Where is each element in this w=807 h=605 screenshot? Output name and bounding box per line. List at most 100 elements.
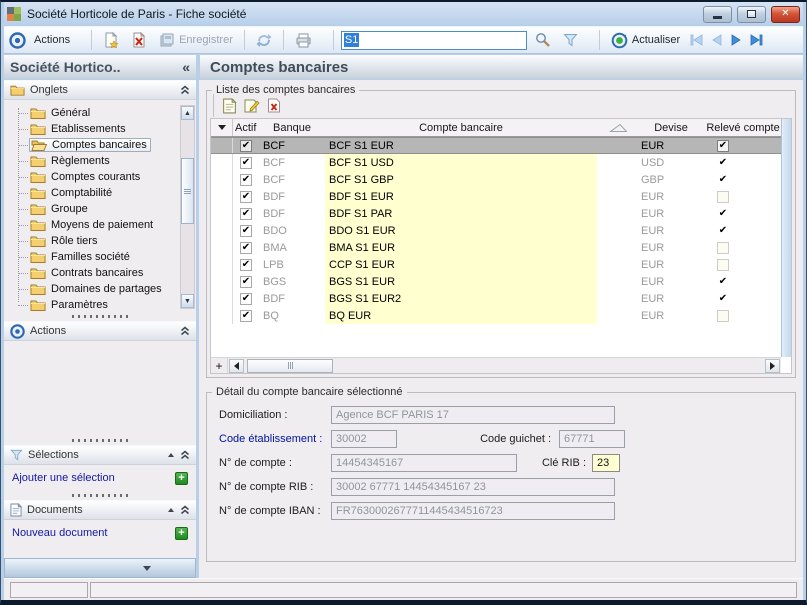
panel-collapse-icon[interactable] — [168, 453, 174, 457]
grid-selector-button[interactable] — [211, 119, 233, 136]
grid-edit-icon[interactable] — [244, 98, 260, 114]
column-header-releve[interactable]: Relevé compte — [701, 119, 785, 136]
sidebar-bottom-collapse-bar[interactable] — [4, 558, 196, 578]
actif-checkbox[interactable]: ✔ — [240, 157, 252, 169]
table-row[interactable]: ✔ BDF BDF S1 EUR EUR ✔ — [211, 188, 781, 205]
maximize-button[interactable] — [737, 6, 766, 23]
actif-checkbox[interactable]: ✔ — [240, 174, 252, 186]
code-etablissement-field[interactable]: 30002 — [331, 430, 397, 448]
releve-checkbox[interactable]: ✔ — [717, 191, 729, 203]
numero-iban-field[interactable]: FR7630002677711445434516723 — [331, 502, 615, 520]
releve-checkbox[interactable]: ✔ — [717, 242, 729, 254]
nav-first-icon[interactable] — [690, 34, 704, 46]
actif-checkbox[interactable]: ✔ — [240, 208, 252, 220]
sidebar-item-familles-soci-t-[interactable]: Familles société — [4, 249, 196, 265]
filter-button[interactable] — [559, 31, 592, 49]
save-button[interactable]: Enregistrer — [155, 30, 237, 50]
releve-checkbox[interactable]: ✔ — [717, 259, 729, 271]
table-row[interactable]: ✔ BCF BCF S1 EUR EUR ✔ — [211, 137, 781, 154]
print-button[interactable] — [291, 31, 326, 50]
nav-last-icon[interactable] — [749, 34, 763, 46]
scroll-up-button[interactable]: ▲ — [181, 106, 194, 120]
search-input[interactable]: S1 — [341, 31, 527, 50]
actif-checkbox[interactable]: ✔ — [240, 242, 252, 254]
grid-new-icon[interactable] — [222, 98, 237, 114]
close-button[interactable]: ✕ — [771, 6, 800, 23]
scroll-left-button[interactable] — [229, 359, 244, 373]
releve-checkbox[interactable]: ✔ — [717, 140, 729, 152]
new-record-button[interactable] — [99, 30, 123, 50]
sidebar-item-groupe[interactable]: Groupe — [4, 201, 196, 217]
add-row-button[interactable]: + — [211, 358, 228, 373]
releve-checkbox[interactable]: ✔ — [717, 293, 729, 305]
column-header-compte[interactable]: Compte bancaire — [325, 119, 597, 136]
minimize-button[interactable] — [703, 6, 732, 23]
panel-header-onglets[interactable]: Onglets — [4, 80, 196, 100]
collapse-chevrons-icon[interactable] — [180, 505, 190, 515]
domiciliation-field[interactable]: Agence BCF PARIS 17 — [331, 406, 615, 424]
actualiser-button[interactable]: Actualiser — [607, 30, 684, 51]
grid-delete-icon[interactable] — [267, 98, 281, 113]
sidebar-item-comptes-courants[interactable]: Comptes courants — [4, 169, 196, 185]
splitter-handle[interactable] — [4, 436, 196, 445]
new-document-link[interactable]: Nouveau document — [12, 527, 107, 539]
sidebar-item-param-tres[interactable]: Paramètres — [4, 297, 196, 312]
table-row[interactable]: ✔ BMA BMA S1 EUR EUR ✔ — [211, 239, 781, 256]
nav-previous-icon[interactable] — [711, 34, 723, 46]
sidebar-item-domaines-de-partages[interactable]: Domaines de partages — [4, 281, 196, 297]
splitter-handle[interactable] — [4, 491, 196, 500]
grid-vertical-scrollbar[interactable] — [781, 119, 791, 357]
releve-checkbox[interactable]: ✔ — [717, 225, 729, 237]
actif-checkbox[interactable]: ✔ — [240, 310, 252, 322]
sidebar-item-g-n-ral[interactable]: Général — [4, 105, 196, 121]
add-selection-plus-button[interactable]: + — [175, 472, 188, 485]
releve-checkbox[interactable]: ✔ — [717, 310, 729, 322]
sidebar-item-contrats-bancaires[interactable]: Contrats bancaires — [4, 265, 196, 281]
table-row[interactable]: ✔ LPB CCP S1 EUR EUR ✔ — [211, 256, 781, 273]
search-button[interactable] — [531, 30, 555, 50]
actif-checkbox[interactable]: ✔ — [240, 191, 252, 203]
collapse-chevrons-icon[interactable] — [180, 85, 190, 95]
table-row[interactable]: ✔ BCF BCF S1 GBP GBP ✔ — [211, 171, 781, 188]
table-row[interactable]: ✔ BQ BQ EUR EUR ✔ — [211, 307, 781, 324]
collapse-chevrons-icon[interactable] — [180, 450, 190, 460]
tree-scrollbar[interactable]: ▲ ▼ — [180, 105, 195, 309]
actif-checkbox[interactable]: ✔ — [240, 276, 252, 288]
scroll-right-button[interactable] — [765, 359, 780, 373]
panel-collapse-icon[interactable] — [168, 508, 174, 512]
panel-header-actions[interactable]: Actions — [4, 321, 196, 341]
panel-header-documents[interactable]: Documents — [4, 500, 196, 520]
column-header-actif[interactable]: Actif — [233, 119, 259, 136]
sidebar-item-comptabilit-[interactable]: Comptabilité — [4, 185, 196, 201]
code-guichet-field[interactable]: 67771 — [559, 430, 625, 448]
numero-compte-field[interactable]: 14454345167 — [331, 454, 517, 472]
delete-record-button[interactable] — [127, 30, 151, 50]
table-row[interactable]: ✔ BDO BDO S1 EUR EUR ✔ — [211, 222, 781, 239]
scrollbar-thumb[interactable] — [247, 359, 333, 373]
sidebar-item-etablissements[interactable]: Etablissements — [4, 121, 196, 137]
table-row[interactable]: ✔ BCF BCF S1 USD USD ✔ — [211, 154, 781, 171]
sidebar-item-r-le-tiers[interactable]: Rôle tiers — [4, 233, 196, 249]
releve-checkbox[interactable]: ✔ — [717, 208, 729, 220]
actions-menu-button[interactable]: Actions — [30, 32, 84, 48]
table-row[interactable]: ✔ BGS BGS S1 EUR EUR ✔ — [211, 273, 781, 290]
table-row[interactable]: ✔ BDF BDF S1 PAR EUR ✔ — [211, 205, 781, 222]
sidebar-collapse-button[interactable]: « — [182, 59, 190, 75]
sidebar-item-r-glements[interactable]: Règlements — [4, 153, 196, 169]
actif-checkbox[interactable]: ✔ — [240, 293, 252, 305]
scroll-down-button[interactable]: ▼ — [181, 294, 194, 308]
releve-checkbox[interactable]: ✔ — [717, 157, 729, 169]
new-document-plus-button[interactable]: + — [175, 527, 188, 540]
actif-checkbox[interactable]: ✔ — [240, 140, 252, 152]
refresh-button[interactable] — [252, 31, 276, 50]
panel-header-selections[interactable]: Sélections — [4, 445, 196, 465]
column-header-banque[interactable]: Banque — [259, 119, 325, 136]
nav-next-icon[interactable] — [730, 34, 742, 46]
splitter-handle[interactable] — [4, 312, 196, 321]
numero-rib-field[interactable]: 30002 67771 14454345167 23 — [331, 478, 615, 496]
actif-checkbox[interactable]: ✔ — [240, 225, 252, 237]
cle-rib-field[interactable]: 23 — [592, 454, 620, 472]
scrollbar-thumb[interactable] — [181, 158, 194, 224]
actif-checkbox[interactable]: ✔ — [240, 259, 252, 271]
sidebar-item-moyens-de-paiement[interactable]: Moyens de paiement — [4, 217, 196, 233]
